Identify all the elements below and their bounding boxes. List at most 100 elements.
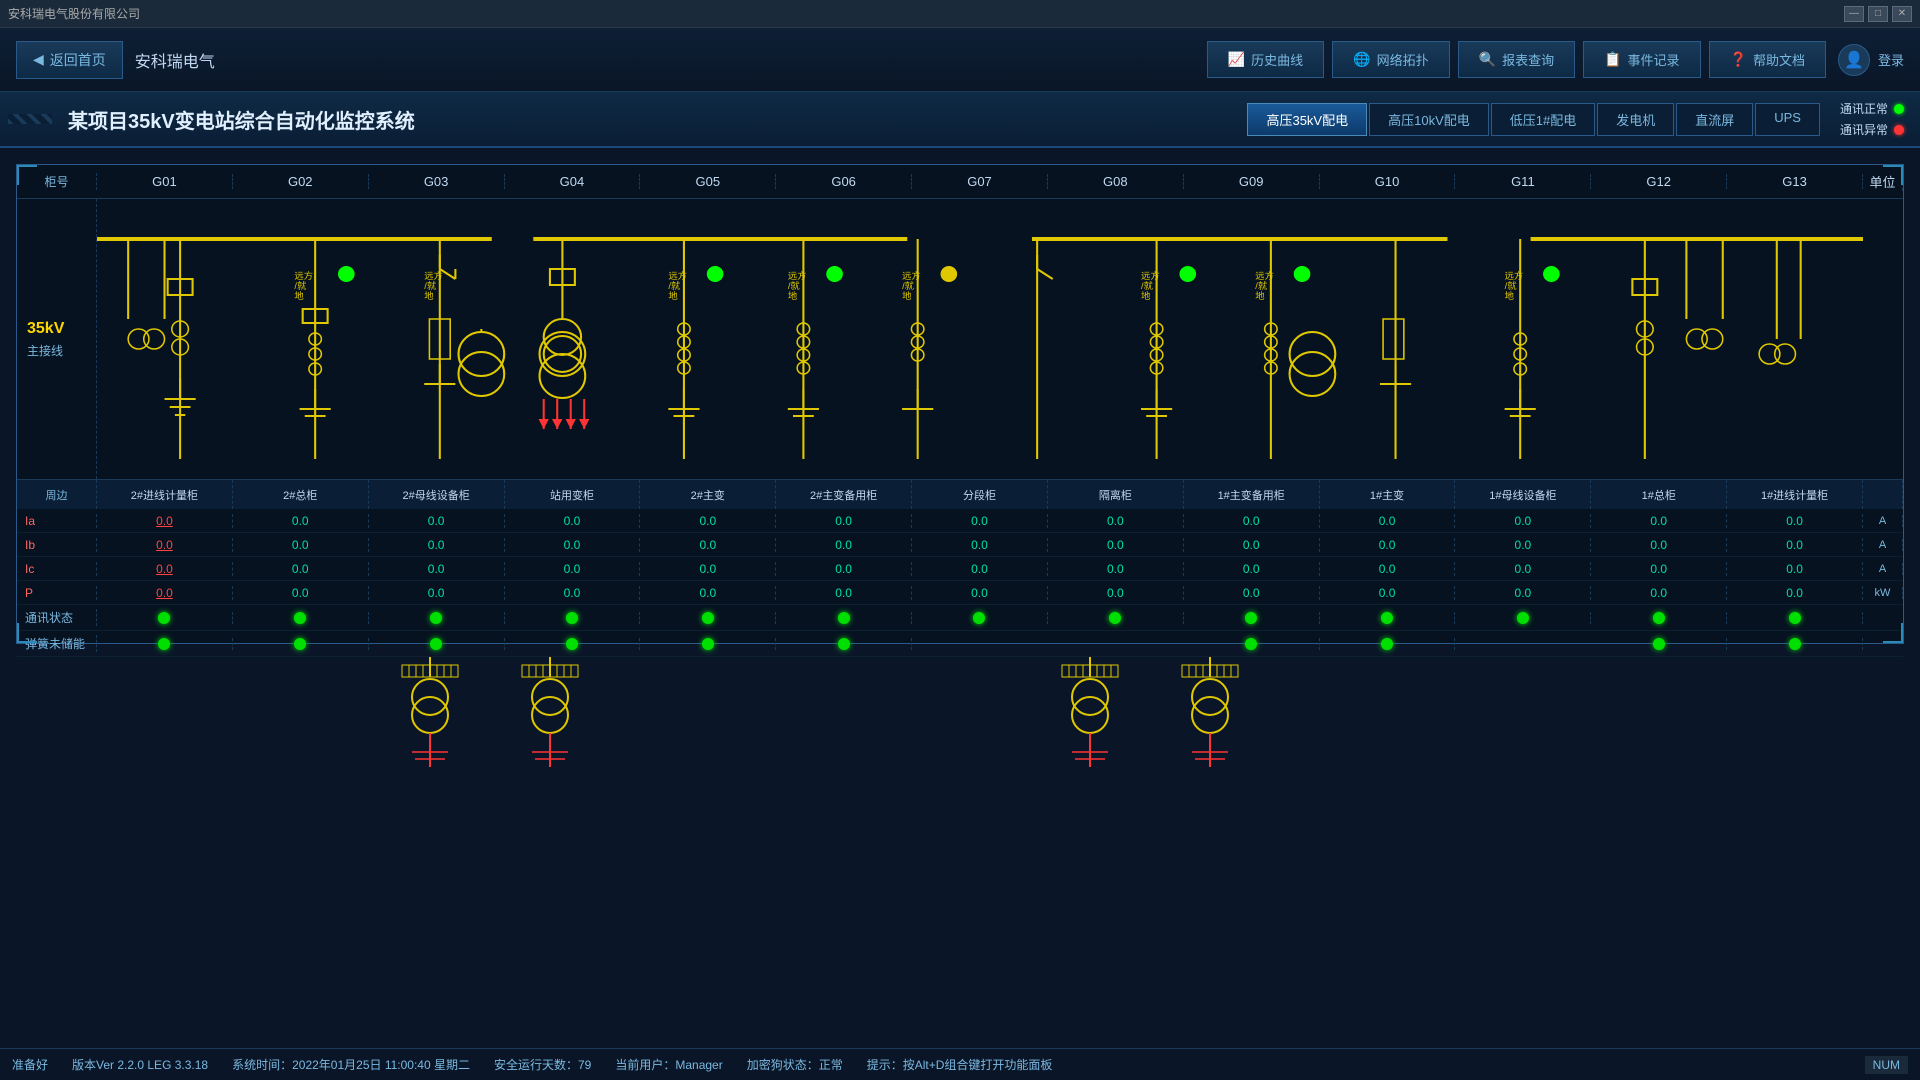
event-log-button[interactable]: 📋 事件记录	[1583, 41, 1700, 78]
svg-text:地: 地	[1505, 290, 1514, 301]
svg-text:地: 地	[424, 290, 433, 301]
circuit-diagram-area: 35kV 主接线	[17, 199, 1903, 479]
ic-row: Ic 0.0 0.0 0.0 0.0 0.0 0.0 0.0 0.0 0.0 0…	[17, 557, 1903, 581]
ic-label: Ic	[17, 562, 97, 576]
comms-g03	[369, 612, 505, 624]
svg-text:/就: /就	[902, 280, 914, 291]
ic-g05: 0.0	[640, 562, 776, 576]
app-name: 安科瑞电气股份有限公司	[8, 5, 140, 22]
login-label: 登录	[1878, 50, 1904, 69]
corner-decoration-bl	[17, 623, 37, 643]
svg-text:远方: 远方	[294, 270, 313, 281]
safe-run-days: 安全运行天数：79	[494, 1056, 591, 1073]
ic-g10: 0.0	[1320, 562, 1456, 576]
tab-dc-screen[interactable]: 直流屏	[1676, 103, 1753, 136]
tab-10kv[interactable]: 高压10kV配电	[1369, 103, 1489, 136]
main-area: 柜号 G01 G02 G03 G04 G05 G06 G07 G08 G09 G…	[0, 148, 1920, 1048]
comms-g04	[505, 612, 641, 624]
main-bus-label: 主接线	[27, 342, 96, 359]
p-g09: 0.0	[1184, 586, 1320, 600]
company-name: 安科瑞电气	[135, 48, 215, 72]
version-info: 版本Ver 2.2.0 LEG 3.3.18	[72, 1056, 208, 1073]
close-button[interactable]: ✕	[1892, 6, 1912, 22]
ic-g01: 0.0	[97, 562, 233, 576]
p-unit: kW	[1863, 587, 1903, 599]
chart-icon: 📈	[1228, 51, 1245, 68]
ready-status: 准备好	[12, 1056, 48, 1073]
cabinet-g05: 2#主变	[640, 480, 776, 509]
ia-g10: 0.0	[1320, 514, 1456, 528]
ic-g12: 0.0	[1591, 562, 1727, 576]
system-time-label: 系统时间：2022年01月25日 11:00:40 星期二	[232, 1056, 470, 1073]
ib-g12: 0.0	[1591, 538, 1727, 552]
window-controls[interactable]: — □ ✕	[1844, 6, 1912, 22]
p-g06: 0.0	[776, 586, 912, 600]
spring-g13	[1727, 638, 1863, 650]
ic-g04: 0.0	[505, 562, 641, 576]
tab-lowvoltage[interactable]: 低压1#配电	[1491, 103, 1595, 136]
ib-g02: 0.0	[233, 538, 369, 552]
comms-g07	[912, 612, 1048, 624]
cabinet-g07: 分段柜	[912, 480, 1048, 509]
history-curve-button[interactable]: 📈 历史曲线	[1207, 41, 1324, 78]
circuit-diagram: 柜号 G01 G02 G03 G04 G05 G06 G07 G08 G09 G…	[16, 164, 1904, 644]
svg-text:/就: /就	[1141, 280, 1153, 291]
cabinet-g06: 2#主变备用柜	[776, 480, 912, 509]
cabinet-g13: 1#进线计量柜	[1727, 480, 1863, 509]
search-icon: 🔍	[1479, 51, 1496, 68]
p-g04: 0.0	[505, 586, 641, 600]
svg-text:远方: 远方	[1141, 270, 1160, 281]
maximize-button[interactable]: □	[1868, 6, 1888, 22]
home-button[interactable]: ◀ 返回首页	[16, 41, 123, 79]
ia-g12: 0.0	[1591, 514, 1727, 528]
tab-35kv[interactable]: 高压35kV配电	[1247, 103, 1367, 136]
comms-normal-dot	[1894, 104, 1904, 114]
bottom-transformer-svg-right	[990, 657, 1590, 767]
minimize-button[interactable]: —	[1844, 6, 1864, 22]
network-topology-label: 网络拓扑	[1377, 50, 1429, 69]
comms-normal-status: 通讯正常	[1840, 100, 1904, 117]
tab-generator[interactable]: 发电机	[1597, 103, 1674, 136]
help-docs-button[interactable]: ❓ 帮助文档	[1709, 41, 1826, 78]
ia-g01: 0.0	[97, 514, 233, 528]
ia-g05: 0.0	[640, 514, 776, 528]
ia-row: Ia 0.0 0.0 0.0 0.0 0.0 0.0 0.0 0.0 0.0 0…	[17, 509, 1903, 533]
report-query-button[interactable]: 🔍 报表查询	[1458, 41, 1575, 78]
ic-unit: A	[1863, 563, 1903, 575]
login-area[interactable]: 👤 登录	[1838, 44, 1904, 76]
network-icon: 🌐	[1353, 51, 1370, 68]
p-row: P 0.0 0.0 0.0 0.0 0.0 0.0 0.0 0.0 0.0 0.…	[17, 581, 1903, 605]
ib-g05: 0.0	[640, 538, 776, 552]
svg-text:/就: /就	[294, 280, 306, 291]
tab-ups[interactable]: UPS	[1755, 103, 1820, 136]
ib-label: Ib	[17, 538, 97, 552]
comms-g01	[97, 612, 233, 624]
col-header-g09: G09	[1184, 174, 1320, 189]
svg-text:远方: 远方	[1255, 270, 1274, 281]
top-nav: ◀ 返回首页 安科瑞电气 📈 历史曲线 🌐 网络拓扑 🔍 报表查询 📋 事件记录…	[0, 28, 1920, 92]
ib-g04: 0.0	[505, 538, 641, 552]
p-label: P	[17, 586, 97, 600]
ic-g06: 0.0	[776, 562, 912, 576]
system-title: 某项目35kV变电站综合自动化监控系统	[68, 105, 415, 134]
col-header-g05: G05	[640, 174, 776, 189]
corner-decoration-tr	[1883, 165, 1903, 185]
cabinet-g04: 站用变柜	[505, 480, 641, 509]
svg-text:/就: /就	[1255, 280, 1267, 291]
corner-decoration-br	[1883, 623, 1903, 643]
comms-g11	[1455, 612, 1591, 624]
network-topology-button[interactable]: 🌐 网络拓扑	[1332, 41, 1449, 78]
hint-label: 提示：按Alt+D组合键打开功能面板	[867, 1056, 1053, 1073]
svg-text:远方: 远方	[902, 270, 921, 281]
history-curve-label: 历史曲线	[1251, 50, 1303, 69]
comms-g05	[640, 612, 776, 624]
status-indicators: 通讯正常 通讯异常	[1840, 100, 1904, 138]
ic-g02: 0.0	[233, 562, 369, 576]
home-label: 返回首页	[50, 50, 106, 70]
comms-g09	[1184, 612, 1320, 624]
ia-g03: 0.0	[369, 514, 505, 528]
svg-text:远方: 远方	[424, 270, 443, 281]
ia-g06: 0.0	[776, 514, 912, 528]
ib-g13: 0.0	[1727, 538, 1863, 552]
p-g01: 0.0	[97, 586, 233, 600]
